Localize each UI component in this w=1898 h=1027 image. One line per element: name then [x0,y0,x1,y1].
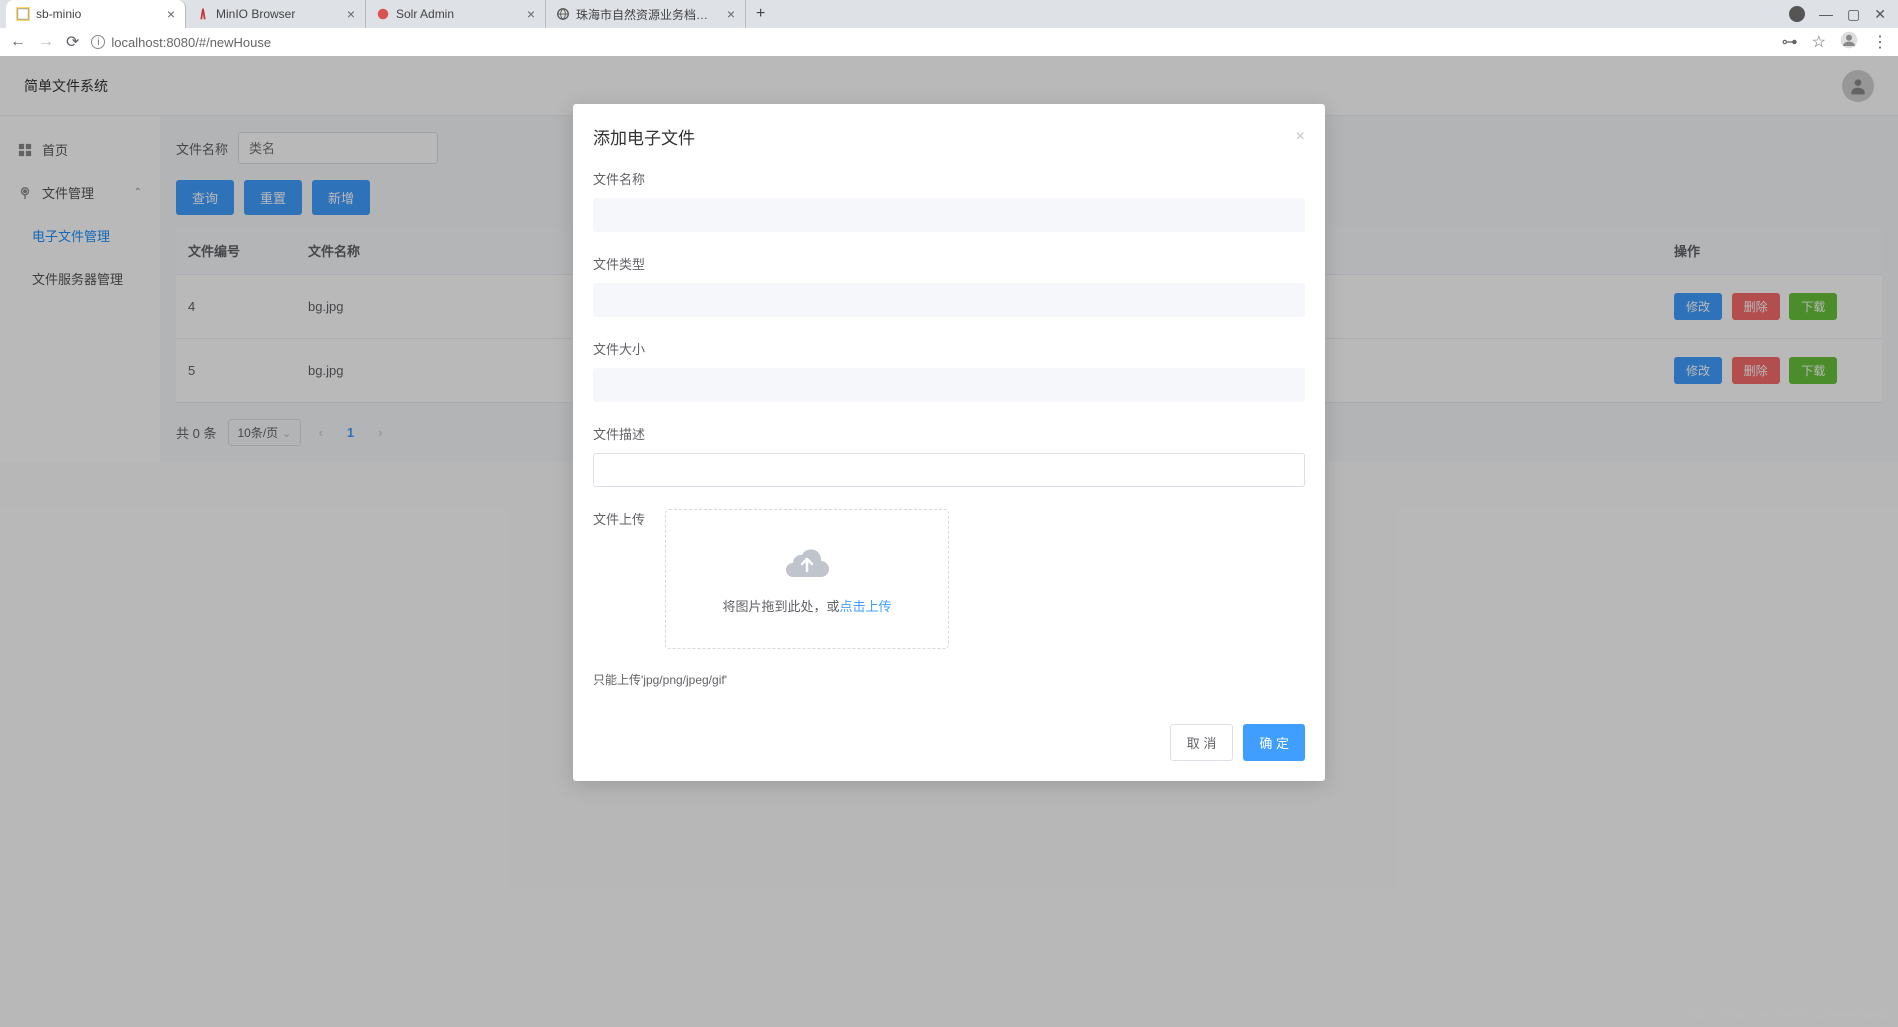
menu-icon[interactable]: ⋮ [1872,32,1888,52]
tab-close-icon[interactable]: × [727,7,735,21]
cloud-upload-icon [783,543,831,582]
tab-close-icon[interactable]: × [167,7,175,21]
modal-title: 添加电子文件 [593,124,695,149]
browser-chrome: sb-minio × MinIO Browser × Solr Admin × … [0,0,1898,56]
input-file-type[interactable] [593,283,1305,317]
minimize-button[interactable]: — [1819,6,1833,22]
tab-close-icon[interactable]: × [527,7,535,21]
input-file-size[interactable] [593,368,1305,402]
label-file-desc: 文件描述 [593,424,1305,443]
forward-button[interactable]: → [38,33,54,51]
maximize-button[interactable]: ▢ [1847,6,1860,23]
reload-button[interactable]: ⟳ [66,32,79,52]
modal-dialog: 添加电子文件 × 文件名称 文件类型 文件大小 文件描述 [573,104,1325,781]
upload-hint: 只能上传'jpg/png/jpeg/gif' [593,671,1305,688]
input-file-desc[interactable] [593,453,1305,487]
modal-overlay[interactable]: 添加电子文件 × 文件名称 文件类型 文件大小 文件描述 [0,56,1898,1027]
tab-title: 珠海市自然资源业务档案共享平台 [576,6,719,23]
label-file-type: 文件类型 [593,254,1305,273]
tab-favicon [16,7,30,21]
tab-zhuhai[interactable]: 珠海市自然资源业务档案共享平台 × [546,0,746,28]
window-controls: ◉ — ▢ ✕ [1789,6,1898,23]
url-area[interactable]: i localhost:8080/#/newHouse [91,35,1769,50]
tab-minio-browser[interactable]: MinIO Browser × [186,0,366,28]
new-tab-button[interactable]: + [746,5,775,23]
ok-button[interactable]: 确 定 [1243,724,1305,761]
upload-link[interactable]: 点击上传 [840,599,892,614]
tab-favicon [556,7,570,21]
upload-text: 将图片拖到此处，或点击上传 [723,596,892,615]
address-bar: ← → ⟳ i localhost:8080/#/newHouse ⊶ ☆ ⋮ [0,28,1898,56]
site-info-icon[interactable]: i [91,35,105,49]
watermark: https://blog.csdn.net/zhouzhiwengang [1685,1007,1886,1021]
modal-footer: 取 消 确 定 [573,712,1325,781]
back-button[interactable]: ← [10,33,26,51]
label-file-upload: 文件上传 [593,509,645,649]
label-file-name: 文件名称 [593,169,1305,188]
modal-close-icon[interactable]: × [1296,128,1305,146]
label-file-size: 文件大小 [593,339,1305,358]
profile-icon[interactable] [1840,31,1858,54]
tab-title: sb-minio [36,7,159,21]
tab-close-icon[interactable]: × [347,7,355,21]
tab-title: Solr Admin [396,7,519,21]
tab-favicon [376,7,390,21]
tab-bar: sb-minio × MinIO Browser × Solr Admin × … [0,0,1898,28]
app-container: 简单文件系统 首页 文件管理 ⌃ 电子文件 [0,56,1898,1027]
tab-sb-minio[interactable]: sb-minio × [6,0,186,28]
input-file-name[interactable] [593,198,1305,232]
key-icon[interactable]: ⊶ [1782,32,1798,52]
modal-header: 添加电子文件 × [573,104,1325,157]
close-window-button[interactable]: ✕ [1874,6,1886,23]
bookmark-star-icon[interactable]: ☆ [1812,32,1826,52]
incognito-icon: ◉ [1789,6,1805,22]
upload-dropzone[interactable]: 将图片拖到此处，或点击上传 [665,509,949,649]
tab-solr-admin[interactable]: Solr Admin × [366,0,546,28]
url-text: localhost:8080/#/newHouse [111,35,271,50]
tab-title: MinIO Browser [216,7,339,21]
modal-body: 文件名称 文件类型 文件大小 文件描述 文件上传 [573,157,1325,712]
cancel-button[interactable]: 取 消 [1170,724,1234,761]
tab-favicon [196,7,210,21]
